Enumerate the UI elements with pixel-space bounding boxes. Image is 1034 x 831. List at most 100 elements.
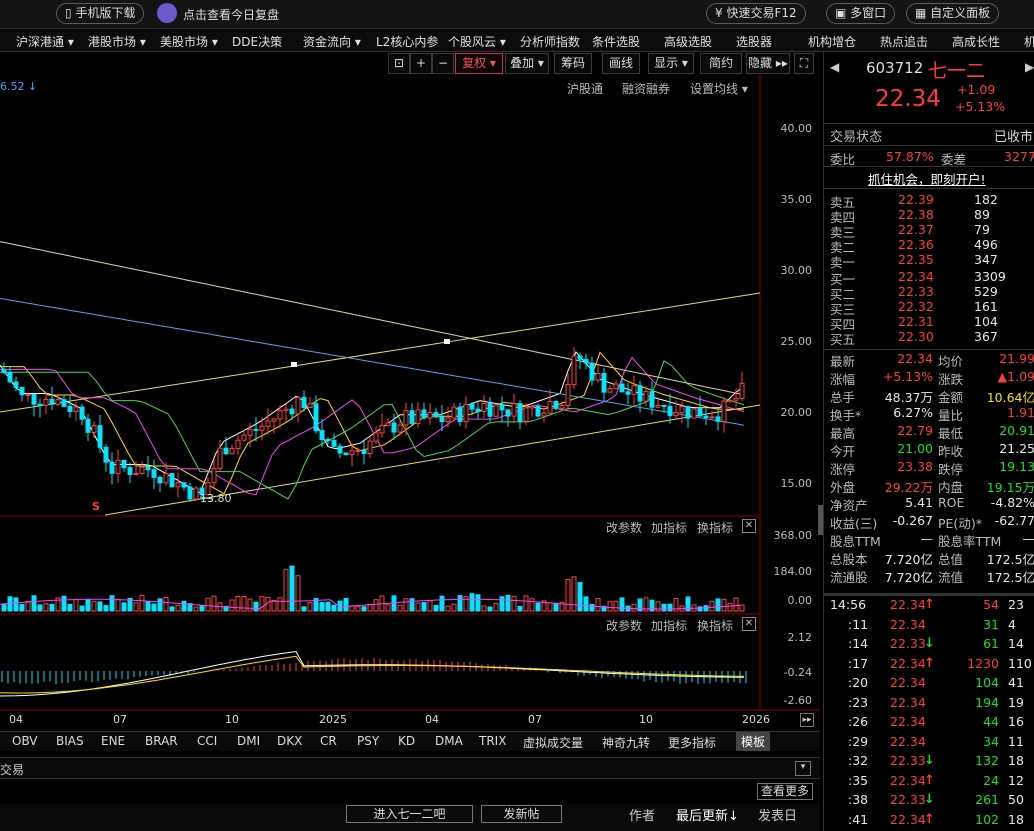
tick-time: 14:56 <box>830 597 867 612</box>
chips-button[interactable]: 筹码 <box>554 53 592 74</box>
candle-body <box>421 409 427 419</box>
lock-icon[interactable]: ⊡ <box>388 53 410 74</box>
menu-item-l2[interactable]: L2核心内参 <box>376 33 438 50</box>
volume-bar <box>721 598 727 612</box>
margin-link[interactable]: 融资融券 <box>622 80 670 97</box>
candle-body <box>481 403 487 412</box>
ask-row[interactable]: 卖三 22.37 79 <box>824 222 1034 240</box>
hide-button[interactable]: 隐藏 ▸▸ <box>746 53 790 74</box>
candle-body <box>163 473 169 484</box>
daily-review-link[interactable]: 点击查看今日复盘 <box>183 6 279 23</box>
menu-item-hk-market[interactable]: 港股市场 ▾ <box>88 33 146 50</box>
tick-price: 22.34 <box>890 772 926 788</box>
bid-row[interactable]: 买二 22.33 529 <box>824 284 1034 302</box>
stat-label: 涨幅 <box>830 372 856 387</box>
tab-obv[interactable]: OBV <box>12 734 38 748</box>
candle-body <box>571 355 577 385</box>
menu-item-fund-flow[interactable]: 资金流向 ▾ <box>303 33 361 50</box>
tab-dma[interactable]: DMA <box>435 734 463 748</box>
restore-right-button[interactable]: 复权 ▾ <box>455 53 503 74</box>
bid-row[interactable]: 买五 22.30 367 <box>824 329 1034 347</box>
tab-cr[interactable]: CR <box>320 734 337 748</box>
menu-item-advanced-select[interactable]: 高级选股 <box>664 33 712 50</box>
next-stock-icon[interactable]: ▶ <box>1025 60 1034 74</box>
menu-item-us-market[interactable]: 美股市场 ▾ <box>160 33 218 50</box>
trendline-anchor <box>291 362 297 367</box>
menu-item-selector[interactable]: 选股器 <box>736 33 772 50</box>
tab-psy[interactable]: PSY <box>357 734 379 748</box>
ask-row[interactable]: 卖一 22.35 347 <box>824 252 1034 270</box>
macd-close-icon[interactable]: ✕ <box>742 617 756 631</box>
menu-item-dde[interactable]: DDE决策 <box>232 33 282 50</box>
quick-trade-button[interactable]: ¥ 快速交易F12 <box>706 3 806 24</box>
menu-item-more[interactable]: 机 <box>1024 33 1034 50</box>
vol-add-indicator[interactable]: 加指标 <box>651 519 687 536</box>
hk-connect-link[interactable]: 沪股通 <box>567 80 603 97</box>
tab-dmi[interactable]: DMI <box>237 734 260 748</box>
bid-row[interactable]: 买四 22.31 104 <box>824 314 1034 332</box>
stats-row: 今开 21.00 昨收 21.25 <box>824 441 1034 459</box>
tab-brar[interactable]: BRAR <box>145 734 178 748</box>
tab-more-indicators[interactable]: 更多指标 <box>668 734 716 751</box>
vol-close-icon[interactable]: ✕ <box>742 519 756 533</box>
menu-item-growth[interactable]: 高成长性 <box>952 33 1000 50</box>
menu-item-hotspot[interactable]: 热点追击 <box>880 33 928 50</box>
menu-item-hk-connect[interactable]: 沪深港通 ▾ <box>16 33 74 50</box>
draw-button[interactable]: 画线 <box>602 53 640 74</box>
macd-switch-indicator[interactable]: 换指标 <box>697 617 733 634</box>
volume-bar <box>271 600 277 612</box>
ask-row[interactable]: 卖二 22.36 496 <box>824 237 1034 255</box>
check-more-button[interactable]: 查看更多 <box>757 783 814 800</box>
tab-dkx[interactable]: DKX <box>277 734 302 748</box>
volume-bar <box>49 603 55 612</box>
custom-layout-button[interactable]: ▦ 自定义面板 <box>906 3 1000 24</box>
fullscreen-icon[interactable]: ⛶ <box>794 53 814 74</box>
author-column[interactable]: 作者 <box>629 805 655 824</box>
prev-stock-icon[interactable]: ◀ <box>830 60 839 74</box>
menu-item-condition-select[interactable]: 条件选股 <box>592 33 640 50</box>
multi-window-button[interactable]: ▣ 多窗口 <box>826 3 896 24</box>
macd-add-indicator[interactable]: 加指标 <box>651 617 687 634</box>
zoom-in-icon[interactable]: + <box>410 53 432 74</box>
vol-switch-indicator[interactable]: 换指标 <box>697 519 733 536</box>
zoom-out-icon[interactable]: − <box>432 53 454 74</box>
stat-value: 1.91 <box>1007 405 1034 420</box>
post-date-column[interactable]: 发表日 <box>758 805 797 824</box>
menu-bar: 沪深港通 ▾ 港股市场 ▾ 美股市场 ▾ DDE决策 资金流向 ▾ L2核心内参… <box>0 30 1034 52</box>
display-button[interactable]: 显示 ▾ <box>648 53 694 74</box>
tab-kd[interactable]: KD <box>398 734 415 748</box>
vol-edit-params[interactable]: 改参数 <box>606 519 642 536</box>
simple-button[interactable]: 简约 <box>700 53 742 74</box>
menu-item-institution[interactable]: 机构增仓 <box>808 33 856 50</box>
candle-body <box>457 406 463 423</box>
stat-label: ROE <box>938 495 965 510</box>
menu-item-analyst[interactable]: 分析师指数 <box>520 33 580 50</box>
tab-magic-nine[interactable]: 神奇九转 <box>602 734 650 751</box>
macd-edit-params[interactable]: 改参数 <box>606 617 642 634</box>
enter-forum-button[interactable]: 进入七一二吧 <box>346 805 473 823</box>
tab-cci[interactable]: CCI <box>197 734 217 748</box>
tab-trix[interactable]: TRIX <box>479 734 506 748</box>
tick-row: :26 22.34 44 16 <box>824 714 1034 733</box>
tick-row: :23 22.34 194 19 <box>824 695 1034 714</box>
tab-ene[interactable]: ENE <box>101 734 125 748</box>
post-button[interactable]: 发新帖 <box>481 805 562 823</box>
candle-body <box>469 403 475 410</box>
tab-bias[interactable]: BIAS <box>56 734 84 748</box>
menu-item-stock-news[interactable]: 个股风云 ▾ <box>448 33 506 50</box>
scroll-right-icon[interactable]: ▸▸ <box>800 713 814 727</box>
collapse-icon[interactable]: ▾ <box>795 761 811 776</box>
overlay-button[interactable]: 叠加 ▾ <box>505 53 549 74</box>
tab-virtual-volume[interactable]: 虚拟成交量 <box>523 734 583 751</box>
candle-body <box>391 422 397 433</box>
ma-settings-link[interactable]: 设置均线 ▾ <box>690 80 748 97</box>
ask-row[interactable]: 卖四 22.38 89 <box>824 207 1034 225</box>
bid-row[interactable]: 买三 22.32 161 <box>824 299 1034 317</box>
app-download-button[interactable]: ▯ 手机版下载 <box>56 3 145 24</box>
latest-update-column[interactable]: 最后更新↓ <box>676 805 739 824</box>
open-account-promo[interactable]: 抓住机会，即刻开户! <box>868 169 986 188</box>
tick-count: 50 <box>1008 792 1024 807</box>
tab-template[interactable]: 模板 <box>736 732 771 751</box>
ask-row[interactable]: 卖五 22.39 182 <box>824 192 1034 210</box>
bid-row[interactable]: 买一 22.34 3309 <box>824 269 1034 287</box>
